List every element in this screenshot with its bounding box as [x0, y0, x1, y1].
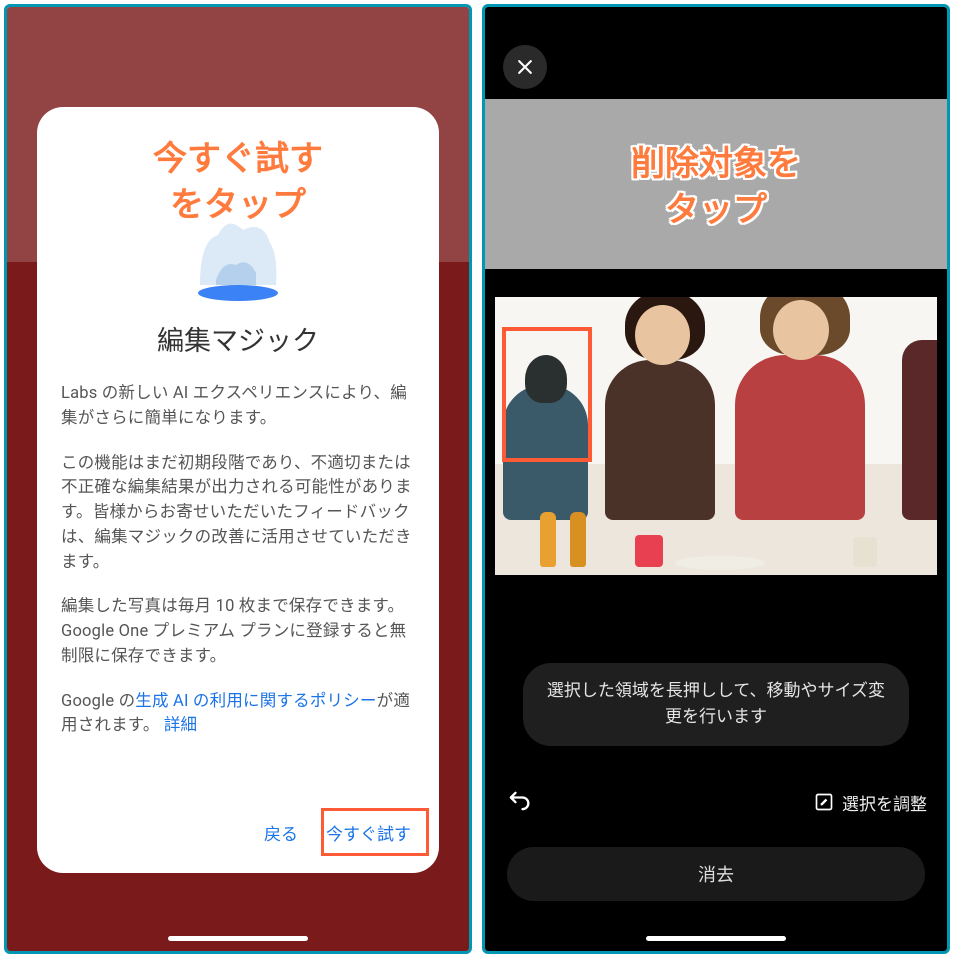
home-indicator[interactable] [168, 936, 308, 941]
phone-left: 編集マジック Labs の新しい AI エクスペリエンスにより、編集がさらに簡単… [4, 4, 472, 954]
more-link[interactable]: 詳細 [164, 716, 197, 735]
person-woman[interactable] [605, 360, 715, 520]
person-background[interactable] [503, 385, 588, 520]
undo-icon [505, 787, 533, 815]
modal-paragraph-2: この機能はまだ初期段階であり、不適切または不正確な編集結果が出力される可能性があ… [61, 452, 415, 576]
modal-title: 編集マジック [61, 319, 415, 358]
photo-scene [495, 297, 937, 575]
edit-toolbar: 選択を調整 [505, 787, 927, 817]
close-icon [515, 57, 535, 77]
modal-paragraph-1: Labs の新しい AI エクスペリエンスにより、編集がさらに簡単になります。 [61, 382, 415, 432]
phone-right: 削除対象を タップ [482, 4, 950, 954]
left-background: 編集マジック Labs の新しい AI エクスペリエンスにより、編集がさらに簡単… [7, 7, 469, 951]
adjust-selection-button[interactable]: 選択を調整 [814, 790, 927, 815]
erase-button[interactable]: 消去 [507, 847, 925, 901]
home-indicator[interactable] [646, 936, 786, 941]
photo-canvas[interactable] [495, 297, 937, 575]
modal-paragraph-4: Google の生成 AI の利用に関するポリシーが適用されます。 詳細 [61, 690, 415, 740]
edit-icon [814, 792, 834, 812]
back-button[interactable]: 戻る [264, 820, 298, 845]
left-annotation: 今すぐ試す をタップ [7, 137, 469, 229]
close-button[interactable] [503, 45, 547, 89]
table-items [495, 505, 937, 575]
try-now-button[interactable]: 今すぐ試す [326, 820, 411, 845]
right-background: 削除対象を タップ [485, 7, 947, 951]
modal-body: Labs の新しい AI エクスペリエンスにより、編集がさらに簡単になります。 … [61, 382, 415, 759]
hint-bubble: 選択した領域を長押しして、移動やサイズ変更を行います [523, 663, 909, 746]
undo-button[interactable] [505, 787, 535, 817]
person-right-edge[interactable] [902, 340, 937, 520]
policy-link[interactable]: 生成 AI の利用に関するポリシー [135, 692, 376, 711]
right-annotation: 削除対象を タップ [485, 142, 947, 234]
person-man[interactable] [735, 355, 865, 520]
modal-actions: 戻る 今すぐ試す [61, 812, 415, 855]
modal-paragraph-3: 編集した写真は毎月 10 枚まで保存できます。Google One プレミアム … [61, 595, 415, 669]
